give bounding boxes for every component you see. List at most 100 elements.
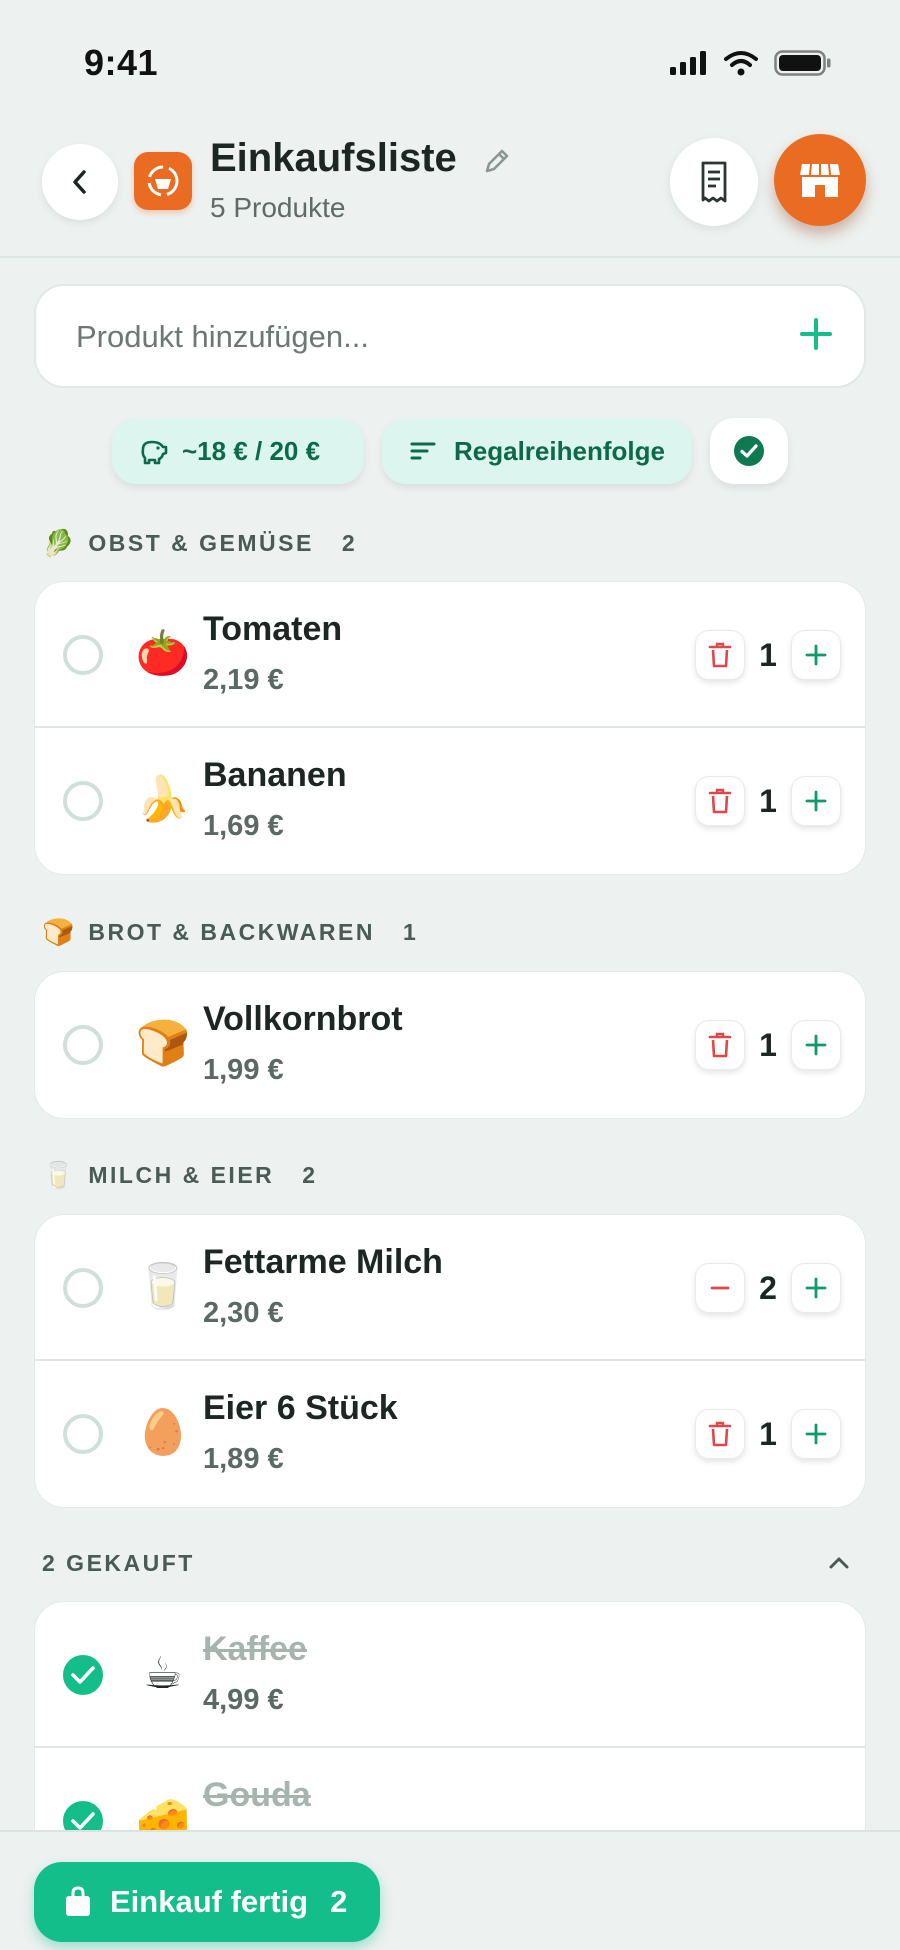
- increment-button[interactable]: [791, 776, 841, 826]
- milk-glass-icon: 🥛: [135, 1262, 191, 1311]
- product-count: 5 Produkte: [210, 192, 346, 223]
- item-name: Fettarme Milch: [203, 1243, 443, 1281]
- quantity-stepper: 1: [695, 1409, 841, 1459]
- check-all-chip[interactable]: [710, 418, 788, 484]
- section-card-bakery: 🍞 Vollkornbrot 1,99 € 1: [34, 971, 866, 1119]
- status-icons: [670, 50, 832, 76]
- item-name: Eier 6 Stück: [203, 1389, 398, 1427]
- item-checkbox[interactable]: [63, 781, 103, 821]
- quantity-stepper: 1: [695, 1020, 841, 1070]
- leafy-green-icon: 🥬: [42, 528, 75, 558]
- app-logo: [134, 152, 192, 210]
- chevron-up-icon: [829, 1557, 849, 1569]
- list-item[interactable]: 🍅 Tomaten 2,19 € 1: [35, 582, 865, 728]
- increment-button[interactable]: [791, 1020, 841, 1070]
- increment-button[interactable]: [791, 1263, 841, 1313]
- pencil-icon: [485, 149, 509, 173]
- trash-icon: [708, 1421, 732, 1447]
- store-button[interactable]: [774, 134, 866, 226]
- trash-icon: [708, 1032, 732, 1058]
- check-circle-icon: [734, 436, 764, 466]
- list-item[interactable]: 🥛 Fettarme Milch 2,30 € 2: [35, 1215, 865, 1361]
- store-icon: [800, 163, 840, 197]
- budget-chip[interactable]: ~18 € / 20 €: [112, 418, 364, 484]
- cycle-basket-icon: [147, 165, 179, 197]
- trash-icon: [708, 788, 732, 814]
- section-header-dairy: 🥛 MILCH & EIER 2: [42, 1160, 315, 1191]
- finish-label: Einkauf fertig: [110, 1884, 309, 1919]
- edit-title-button[interactable]: [482, 146, 512, 181]
- section-count: 1: [402, 919, 416, 945]
- item-checkbox[interactable]: [63, 1414, 103, 1454]
- sort-chip[interactable]: Regalreihenfolge: [382, 418, 692, 484]
- item-checkbox[interactable]: [63, 1268, 103, 1308]
- section-header-produce: 🥬 OBST & GEMÜSE 2: [42, 528, 355, 559]
- sort-lines-icon: [410, 442, 436, 460]
- trash-icon: [708, 642, 732, 668]
- item-checkbox[interactable]: [63, 1025, 103, 1065]
- plus-icon: [800, 318, 832, 350]
- quantity-value: 2: [759, 1269, 777, 1306]
- plus-icon: [805, 1423, 827, 1445]
- checkmark-icon: [71, 1666, 95, 1684]
- tomato-icon: 🍅: [135, 629, 191, 678]
- decrement-button[interactable]: [695, 1263, 745, 1313]
- section-count: 2: [341, 530, 355, 556]
- quantity-value: 1: [759, 782, 777, 819]
- delete-button[interactable]: [695, 776, 745, 826]
- status-bar: 9:41: [0, 0, 900, 120]
- delete-button[interactable]: [695, 630, 745, 680]
- battery-icon: [774, 50, 831, 76]
- section-card-dairy: 🥛 Fettarme Milch 2,30 € 2 🥚 Eier 6 Stück…: [34, 1214, 866, 1508]
- list-item[interactable]: 🥚 Eier 6 Stück 1,89 € 1: [35, 1361, 865, 1507]
- budget-label: ~18 € / 20 €: [182, 435, 321, 466]
- plus-icon: [805, 1034, 827, 1056]
- chevron-left-icon: [73, 170, 86, 194]
- item-price: 1,69 €: [203, 810, 284, 842]
- item-price: 1,99 €: [203, 1054, 284, 1086]
- item-price: 4,99 €: [203, 1684, 284, 1716]
- section-title: OBST & GEMÜSE: [88, 530, 314, 556]
- back-button[interactable]: [42, 144, 118, 220]
- piggy-bank-icon: [141, 440, 168, 465]
- add-product-button[interactable]: [798, 316, 834, 357]
- item-price: 1,89 €: [203, 1443, 284, 1475]
- bread-icon: 🍞: [42, 917, 75, 947]
- coffee-icon: ☕: [143, 1649, 183, 1698]
- section-title: BROT & BACKWAREN: [88, 919, 375, 945]
- item-checkbox[interactable]: [63, 1655, 103, 1695]
- quantity-value: 1: [759, 1026, 777, 1063]
- item-price: 2,19 €: [203, 664, 284, 696]
- milk-glass-icon: 🥛: [42, 1160, 75, 1190]
- list-item[interactable]: 🍞 Vollkornbrot 1,99 € 1: [35, 972, 865, 1118]
- quantity-value: 1: [759, 636, 777, 673]
- section-card-produce: 🍅 Tomaten 2,19 € 1 🍌 Bananen 1,69 € 1: [34, 581, 866, 875]
- section-header-bakery: 🍞 BROT & BACKWAREN 1: [42, 917, 416, 948]
- quantity-stepper: 1: [695, 776, 841, 826]
- purchased-header: 2 GEKAUFT: [42, 1550, 195, 1576]
- item-price: 2,30 €: [203, 1297, 284, 1329]
- increment-button[interactable]: [791, 1409, 841, 1459]
- list-item[interactable]: 🍌 Bananen 1,69 € 1: [35, 728, 865, 874]
- checkmark-icon: [71, 1812, 95, 1830]
- finish-count: 2: [330, 1884, 348, 1919]
- egg-icon: 🥚: [135, 1408, 191, 1457]
- list-item[interactable]: ☕ Kaffee 4,99 €: [35, 1602, 865, 1748]
- section-count: 2: [302, 1162, 316, 1188]
- page-title: Einkaufsliste: [210, 136, 457, 180]
- finish-shopping-button[interactable]: Einkauf fertig 2: [34, 1862, 380, 1942]
- receipt-button[interactable]: [670, 138, 758, 226]
- item-checkbox[interactable]: [63, 635, 103, 675]
- minus-icon: [710, 1286, 730, 1290]
- delete-button[interactable]: [695, 1020, 745, 1070]
- add-product-input[interactable]: [76, 308, 756, 366]
- purchased-collapse-toggle[interactable]: [826, 1550, 852, 1581]
- receipt-icon: [701, 161, 727, 203]
- delete-button[interactable]: [695, 1409, 745, 1459]
- plus-icon: [805, 790, 827, 812]
- bottom-bar: Einkauf fertig 2: [0, 1830, 900, 1950]
- signal-icon: [670, 51, 706, 75]
- item-name: Bananen: [203, 756, 347, 794]
- increment-button[interactable]: [791, 630, 841, 680]
- shopping-bag-icon: [66, 1886, 90, 1916]
